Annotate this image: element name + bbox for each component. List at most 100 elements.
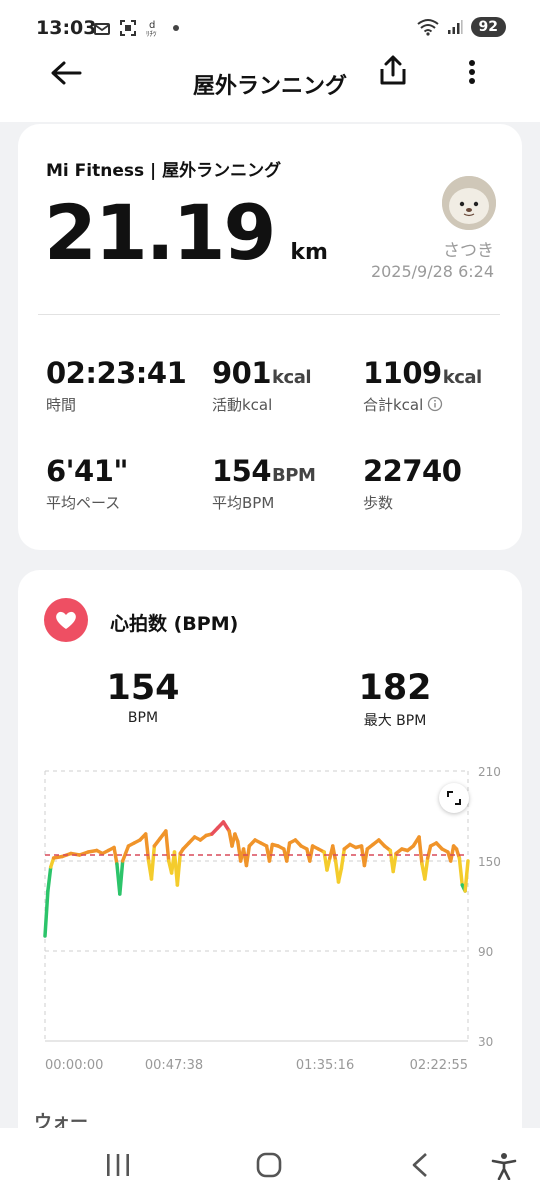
stat-value: 22740: [363, 454, 462, 488]
home-button[interactable]: [255, 1152, 283, 1182]
accessibility-button[interactable]: [490, 1152, 518, 1184]
hr-series-segment: [457, 856, 464, 887]
hr-series-segment: [417, 835, 424, 866]
max-bpm-value: 182: [358, 668, 432, 708]
avg-bpm-value: 154: [106, 668, 180, 708]
hr-series-segment: [120, 844, 131, 863]
y-tick-label: 90: [478, 945, 493, 959]
x-tick-label: 01:35:16: [296, 1058, 354, 1073]
hr-series-segment: [336, 866, 344, 884]
recent-apps-icon: [107, 1154, 129, 1176]
stat-value: 02:23:41: [46, 356, 187, 390]
summary-card: Mi Fitness | 屋外ランニング 21.19 km さつき 2025/9…: [18, 124, 522, 550]
stat-avg-bpm: 154BPM 平均BPM: [212, 454, 316, 513]
stat-label: 時間: [46, 396, 77, 414]
max-bpm-block: 182 最大 BPM: [352, 668, 438, 730]
stat-duration: 02:23:41 時間: [46, 356, 187, 415]
stat-label: 活動kcal: [212, 396, 273, 414]
page-title: 屋外ランニング: [192, 74, 347, 99]
activity-datetime: 2025/9/28 6:24: [370, 262, 494, 281]
share-button[interactable]: [378, 54, 410, 88]
hr-series-segment: [339, 847, 347, 871]
stat-value: 1109kcal: [363, 356, 482, 390]
distance-value: 21.19: [44, 188, 276, 277]
recent-apps-button[interactable]: [104, 1152, 132, 1182]
stat-avg-pace: 6'41" 平均ペース: [46, 454, 129, 513]
hr-series-segment: [164, 829, 171, 863]
max-bpm-label: 最大 BPM: [363, 713, 427, 729]
hr-series-segment: [149, 844, 157, 881]
stat-label: 合計kcal: [363, 394, 482, 415]
home-icon: [256, 1152, 282, 1178]
stat-label: 平均BPM: [212, 494, 275, 512]
system-nav-bar: [0, 1128, 540, 1200]
hr-series-segment: [43, 889, 50, 938]
stat-total-kcal: 1109kcal 合計kcal: [363, 356, 482, 415]
y-tick-label: 210: [478, 765, 501, 779]
d-app-icon: dﾘﾁﾂ: [146, 20, 157, 37]
hr-series-segment: [118, 859, 125, 896]
hr-series-segment: [362, 847, 370, 868]
hr-series-segment: [448, 844, 456, 863]
heart-rate-chart[interactable]: 210 150 90 30 00:00:00 00:47:38 01:35:16 02:22:…: [38, 760, 508, 1090]
more-vertical-icon: [469, 60, 475, 84]
heart-icon: [56, 611, 76, 629]
x-tick-label: 00:00:00: [45, 1058, 103, 1073]
battery-indicator: 92: [470, 17, 506, 37]
distance-display: 21.19 km: [44, 188, 328, 277]
expand-chart-button[interactable]: [439, 783, 469, 813]
y-tick-label: 150: [478, 855, 501, 869]
status-bar: 13:03 d ﾘﾁﾂ 92: [0, 0, 540, 60]
hr-series-segment: [175, 851, 182, 887]
status-time: 13:03: [36, 17, 97, 39]
signal-icon: [447, 20, 463, 34]
hr-series-segment: [46, 865, 53, 893]
avatar[interactable]: [442, 176, 496, 230]
divider: [38, 314, 500, 315]
hr-series-segment: [425, 844, 433, 860]
share-icon: [380, 55, 406, 85]
more-options-button[interactable]: [462, 56, 482, 90]
dot-icon: [173, 25, 179, 31]
hr-series-segment: [423, 856, 430, 881]
expand-icon: [447, 791, 461, 805]
hr-series-segment: [284, 841, 292, 863]
hr-series-segment: [307, 844, 315, 863]
stat-value: 6'41": [46, 454, 129, 488]
stat-steps: 22740 歩数: [363, 454, 462, 513]
activity-source: Mi Fitness | 屋外ランニング: [46, 161, 282, 181]
distance-unit: km: [290, 240, 328, 265]
avg-bpm-label: BPM: [127, 710, 159, 726]
stat-active-kcal: 901kcal 活動kcal: [212, 356, 312, 415]
heart-badge: [44, 598, 88, 642]
hr-series-segment: [143, 832, 151, 863]
hr-series-segment: [391, 851, 398, 874]
status-left-icons: d ﾘﾁﾂ: [94, 19, 180, 37]
hr-series-segment: [267, 842, 275, 863]
wifi-icon: [416, 19, 439, 36]
user-name: さつき: [443, 241, 494, 261]
status-right: 92: [416, 17, 506, 37]
seal-avatar-image: [442, 176, 496, 230]
heart-rate-card[interactable]: 心拍数 (BPM) 154 BPM 182 最大 BPM 210 150 90 30 0…: [18, 570, 522, 1170]
stat-value: 154BPM: [212, 454, 316, 488]
heart-rate-title: 心拍数 (BPM): [110, 613, 239, 635]
screenshot-icon: [120, 20, 136, 36]
y-tick-label: 30: [478, 1035, 493, 1049]
svg-text:ﾘﾁﾂ: ﾘﾁﾂ: [146, 30, 157, 37]
stat-label: 平均ペース: [46, 494, 121, 512]
x-tick-label: 00:47:38: [145, 1058, 203, 1073]
info-icon[interactable]: [427, 396, 443, 412]
hr-series-segment: [112, 845, 119, 866]
nav-back-button[interactable]: [408, 1152, 432, 1182]
stat-label: 歩数: [363, 494, 394, 512]
mail-icon: [94, 23, 110, 35]
app-bar: 屋外ランニング: [0, 55, 540, 122]
hr-series-segment: [331, 844, 338, 863]
x-tick-label: 02:22:55: [410, 1058, 468, 1073]
back-icon: [412, 1153, 427, 1177]
avg-bpm-block: 154 BPM: [100, 668, 186, 726]
accessibility-icon: [491, 1153, 517, 1181]
hr-series-segment: [325, 856, 332, 872]
stat-value: 901kcal: [212, 356, 312, 390]
